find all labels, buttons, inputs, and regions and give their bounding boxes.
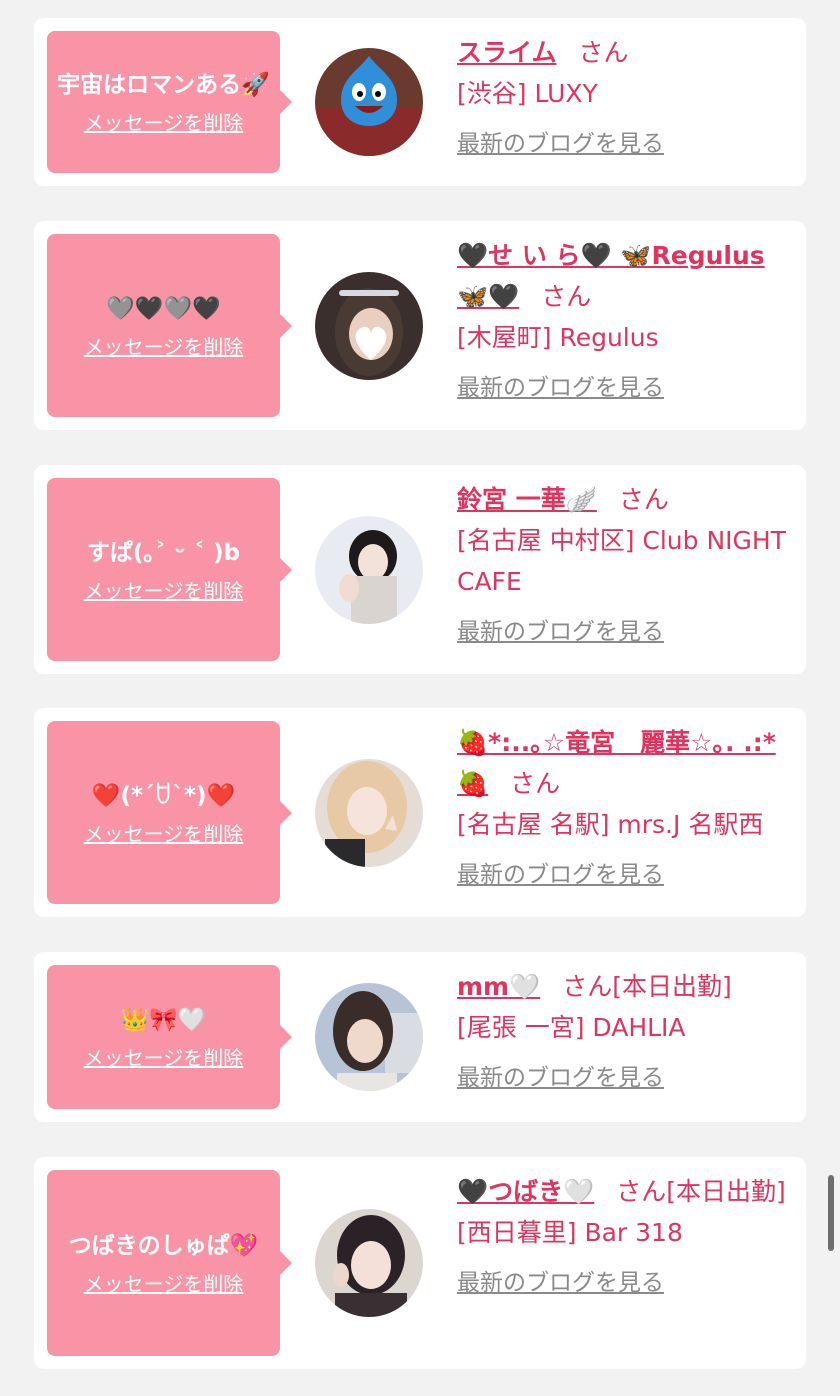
cast-name-link[interactable]: 鈴宮 一華🪽 (457, 485, 597, 514)
delete-message-link[interactable]: メッセージを削除 (84, 1044, 244, 1072)
avatar[interactable] (315, 758, 423, 867)
cast-info: 🖤せ い ら🖤 🦋Regulus🦋🖤 さん [木屋町] Regulus 最新のブロ… (457, 235, 790, 409)
message-text: 宇宙はロマンある🚀 (57, 72, 270, 98)
honorific: さん[本日出勤] (616, 1177, 786, 1206)
shop-label: [木屋町] Regulus (457, 323, 659, 352)
delete-message-link[interactable]: メッセージを削除 (84, 1270, 244, 1298)
message-bubble: 👑🎀🤍 メッセージを削除 (47, 965, 292, 1109)
avatar[interactable] (315, 515, 423, 624)
cast-name-link[interactable]: スライム (457, 38, 557, 67)
latest-blog-link[interactable]: 最新のブログを見る (457, 1263, 664, 1304)
message-bubble: つばきのしゅぱ💖 メッセージを削除 (47, 1170, 292, 1356)
cast-name-link[interactable]: 🍓*:..｡☆竜宮 麗華☆｡. .:*🍓 (457, 728, 776, 798)
latest-blog-link[interactable]: 最新のブログを見る (457, 124, 664, 165)
honorific: さん (618, 485, 669, 514)
list-item: 宇宙はロマンある🚀 メッセージを削除 スライム さん [渋谷] LUXY 最新のブ… (34, 18, 806, 186)
cast-info: 🍓*:..｡☆竜宮 麗華☆｡. .:*🍓 さん [名古屋 名駅] mrs.J 名駅… (457, 722, 790, 896)
honorific: さん[本日出勤] (562, 972, 732, 1001)
honorific: さん (578, 38, 629, 67)
delete-message-link[interactable]: メッセージを削除 (84, 109, 244, 137)
cast-name-link[interactable]: 🖤つばき🤍 (457, 1177, 594, 1206)
shop-label: [西日暮里] Bar 318 (457, 1218, 683, 1247)
avatar[interactable] (315, 271, 423, 380)
avatar[interactable] (315, 1209, 423, 1317)
message-text: 🩶🖤🩶🖤 (106, 295, 221, 322)
message-text: ❤️(*´ꇴ`*)❤️ (91, 782, 236, 809)
cast-info: mm🤍 さん[本日出勤] [尾張 一宮] DAHLIA 最新のブログを見る (457, 966, 790, 1099)
list-item: 👑🎀🤍 メッセージを削除 mm🤍 さん[本日出勤] [尾張 一宮] DAHLIA … (34, 952, 806, 1122)
cast-info: 🖤つばき🤍 さん[本日出勤] [西日暮里] Bar 318 最新のブログを見る (457, 1171, 790, 1304)
honorific: さん (510, 769, 561, 798)
honorific: さん (541, 282, 592, 311)
message-bubble: 宇宙はロマンある🚀 メッセージを削除 (47, 31, 292, 173)
message-bubble: 🩶🖤🩶🖤 メッセージを削除 (47, 234, 292, 417)
list-item: つばきのしゅぱ💖 メッセージを削除 🖤つばき🤍 さん[本日出勤] [西日暮里] B… (34, 1157, 806, 1369)
list-item: 🩶🖤🩶🖤 メッセージを削除 🖤せ い ら🖤 🦋Regulus🦋🖤 さん [木屋町]… (34, 221, 806, 430)
delete-message-link[interactable]: メッセージを削除 (84, 820, 244, 848)
cast-name-link[interactable]: 🖤せ い ら🖤 🦋Regulus🦋🖤 (457, 241, 765, 311)
shop-label: [渋谷] LUXY (457, 79, 598, 108)
shop-label: [名古屋 名駅] mrs.J 名駅西 (457, 810, 764, 839)
latest-blog-link[interactable]: 最新のブログを見る (457, 612, 664, 653)
latest-blog-link[interactable]: 最新のブログを見る (457, 855, 664, 896)
favorites-list: 宇宙はロマンある🚀 メッセージを削除 スライム さん [渋谷] LUXY 最新のブ… (0, 0, 840, 1396)
avatar[interactable] (315, 983, 423, 1091)
list-item: ❤️(*´ꇴ`*)❤️ メッセージを削除 🍓*:..｡☆竜宮 麗華☆｡. .:*… (34, 708, 806, 917)
message-bubble: ❤️(*´ꇴ`*)❤️ メッセージを削除 (47, 721, 292, 904)
cast-info: スライム さん [渋谷] LUXY 最新のブログを見る (457, 32, 790, 165)
message-bubble: すぱ(｡˃ ᵕ ˂ )b メッセージを削除 (47, 478, 292, 661)
message-text: すぱ(｡˃ ᵕ ˂ )b (86, 539, 241, 566)
list-item: すぱ(｡˃ ᵕ ˂ )b メッセージを削除 鈴宮 一華🪽 さん [名古屋 中村区]… (34, 465, 806, 674)
shop-label: [名古屋 中村区] Club NIGHT CAFE (457, 526, 786, 596)
latest-blog-link[interactable]: 最新のブログを見る (457, 368, 664, 409)
message-text: つばきのしゅぱ💖 (68, 1233, 259, 1259)
shop-label: [尾張 一宮] DAHLIA (457, 1013, 686, 1042)
delete-message-link[interactable]: メッセージを削除 (84, 333, 244, 361)
message-text: 👑🎀🤍 (120, 1007, 207, 1033)
delete-message-link[interactable]: メッセージを削除 (84, 577, 244, 605)
avatar[interactable] (315, 48, 423, 156)
latest-blog-link[interactable]: 最新のブログを見る (457, 1058, 664, 1099)
cast-info: 鈴宮 一華🪽 さん [名古屋 中村区] Club NIGHT CAFE 最新のブロ… (457, 479, 790, 653)
cast-name-link[interactable]: mm🤍 (457, 972, 540, 1001)
scrollbar[interactable] (828, 1175, 834, 1251)
